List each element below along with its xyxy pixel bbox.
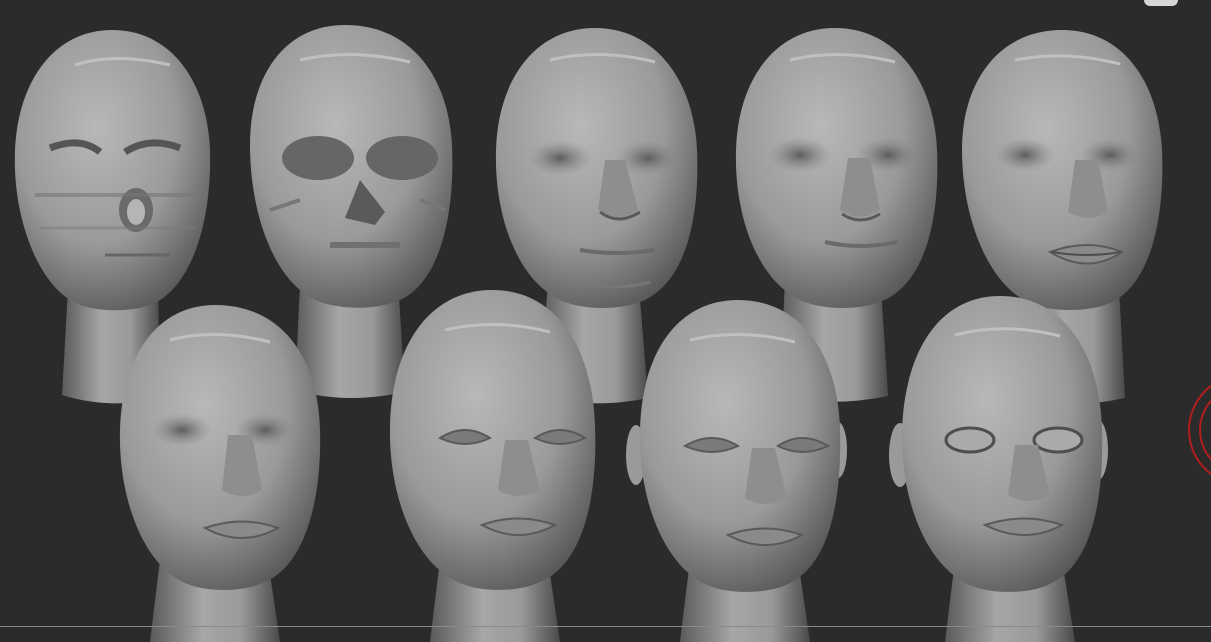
rotation-gizmo-icon[interactable] — [1184, 370, 1211, 490]
sculpt-viewport[interactable] — [0, 0, 1211, 642]
heads-canvas — [14, 25, 1163, 642]
head-6 — [119, 305, 321, 642]
head-9 — [889, 296, 1108, 642]
viewport-bottom-divider — [0, 626, 1211, 627]
head-8 — [626, 300, 847, 642]
head-7 — [389, 290, 596, 642]
